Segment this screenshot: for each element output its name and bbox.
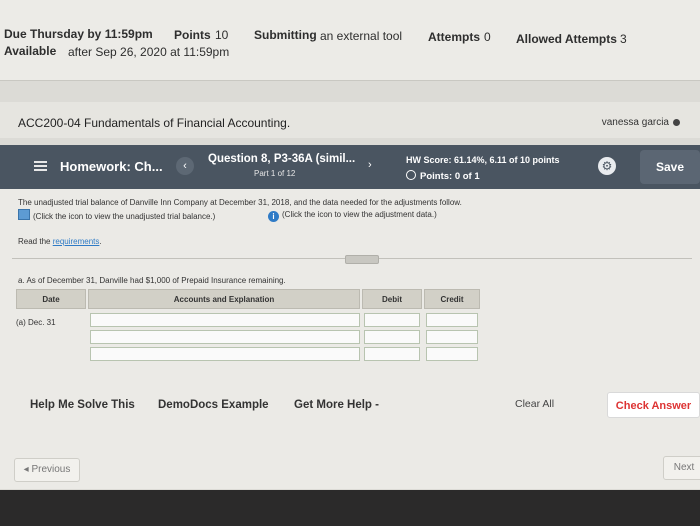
points-label: Points bbox=[174, 28, 211, 42]
question-points: Points: 0 of 1 bbox=[406, 170, 480, 182]
info-icon[interactable]: i bbox=[268, 211, 279, 222]
user-menu[interactable]: vanessa garcia bbox=[602, 117, 680, 128]
trial-balance-link[interactable]: (Click the icon to view the unadjusted t… bbox=[18, 209, 215, 221]
previous-question-icon[interactable]: ‹ bbox=[176, 157, 194, 175]
allowed-attempts-value: 3 bbox=[620, 32, 627, 46]
due-date: Due Thursday by 11:59pm bbox=[4, 27, 153, 41]
points-text: Points: 0 of 1 bbox=[420, 171, 480, 182]
header-debit: Debit bbox=[362, 289, 422, 309]
header-credit: Credit bbox=[424, 289, 480, 309]
assignment-details-bar: Due Thursday by 11:59pm Points 10 Submit… bbox=[0, 0, 700, 81]
submitting-label: Submitting bbox=[254, 28, 317, 42]
table-icon[interactable] bbox=[18, 209, 30, 220]
clear-all-button[interactable]: Clear All bbox=[515, 398, 554, 410]
question-a-text: a. As of December 31, Danville had $1,00… bbox=[18, 276, 286, 285]
points-value: 10 bbox=[215, 28, 229, 42]
adjustment-data-link[interactable]: i (Click the icon to view the adjustment … bbox=[268, 210, 437, 222]
course-title: ACC200-04 Fundamentals of Financial Acco… bbox=[18, 116, 291, 130]
get-more-help-button[interactable]: Get More Help - bbox=[294, 399, 379, 411]
user-icon bbox=[673, 118, 680, 126]
chevron-left-icon: ◂ bbox=[23, 464, 29, 475]
attempts-label: Attempts bbox=[428, 30, 481, 44]
entry-date: (a) Dec. 31 bbox=[16, 318, 56, 327]
debit-input-2[interactable] bbox=[364, 330, 420, 344]
account-input-1[interactable] bbox=[90, 313, 360, 327]
available-label: Available bbox=[4, 44, 57, 58]
available-value: after Sep 26, 2020 at 11:59pm bbox=[68, 45, 230, 59]
course-bar: ACC200-04 Fundamentals of Financial Acco… bbox=[0, 102, 700, 138]
header-accounts: Accounts and Explanation bbox=[88, 289, 360, 309]
account-input-3[interactable] bbox=[90, 347, 360, 361]
read-requirements: Read the requirements. bbox=[18, 237, 102, 246]
menu-icon[interactable] bbox=[34, 161, 47, 171]
credit-input-2[interactable] bbox=[426, 330, 478, 344]
attempts-value: 0 bbox=[484, 30, 491, 44]
question-part: Part 1 of 12 bbox=[254, 169, 296, 178]
next-question-icon[interactable]: › bbox=[368, 159, 372, 171]
homework-header: Homework: Ch... ‹ Question 8, P3-36A (si… bbox=[0, 145, 700, 189]
save-button[interactable]: Save bbox=[640, 150, 700, 184]
next-button[interactable]: Next bbox=[663, 456, 700, 480]
credit-input-3[interactable] bbox=[426, 347, 478, 361]
header-date: Date bbox=[16, 289, 86, 309]
question-title[interactable]: Question 8, P3-36A (simil... bbox=[208, 153, 355, 165]
previous-button[interactable]: ◂ Previous bbox=[14, 458, 80, 482]
problem-intro: The unadjusted trial balance of Danville… bbox=[18, 198, 462, 207]
screen-bezel bbox=[0, 490, 700, 526]
divider-drag-handle[interactable] bbox=[345, 255, 379, 264]
requirements-link[interactable]: requirements bbox=[53, 237, 100, 246]
next-label: Next bbox=[673, 462, 695, 473]
submitting-value: an external tool bbox=[320, 29, 403, 43]
hw-score: HW Score: 61.14%, 6.11 of 10 points bbox=[406, 155, 560, 165]
help-me-solve-button[interactable]: Help Me Solve This bbox=[30, 399, 135, 411]
debit-input-1[interactable] bbox=[364, 313, 420, 327]
check-answer-button[interactable]: Check Answer bbox=[607, 392, 700, 418]
credit-input-1[interactable] bbox=[426, 313, 478, 327]
gear-icon[interactable]: ⚙ bbox=[598, 157, 616, 175]
previous-label: Previous bbox=[31, 464, 71, 475]
allowed-attempts-label: Allowed Attempts bbox=[516, 32, 617, 46]
demodocs-button[interactable]: DemoDocs Example bbox=[158, 399, 269, 411]
points-circle-icon bbox=[406, 170, 416, 180]
homework-title[interactable]: Homework: Ch... bbox=[60, 159, 163, 174]
account-input-2[interactable] bbox=[90, 330, 360, 344]
user-name: vanessa garcia bbox=[601, 117, 669, 128]
debit-input-3[interactable] bbox=[364, 347, 420, 361]
